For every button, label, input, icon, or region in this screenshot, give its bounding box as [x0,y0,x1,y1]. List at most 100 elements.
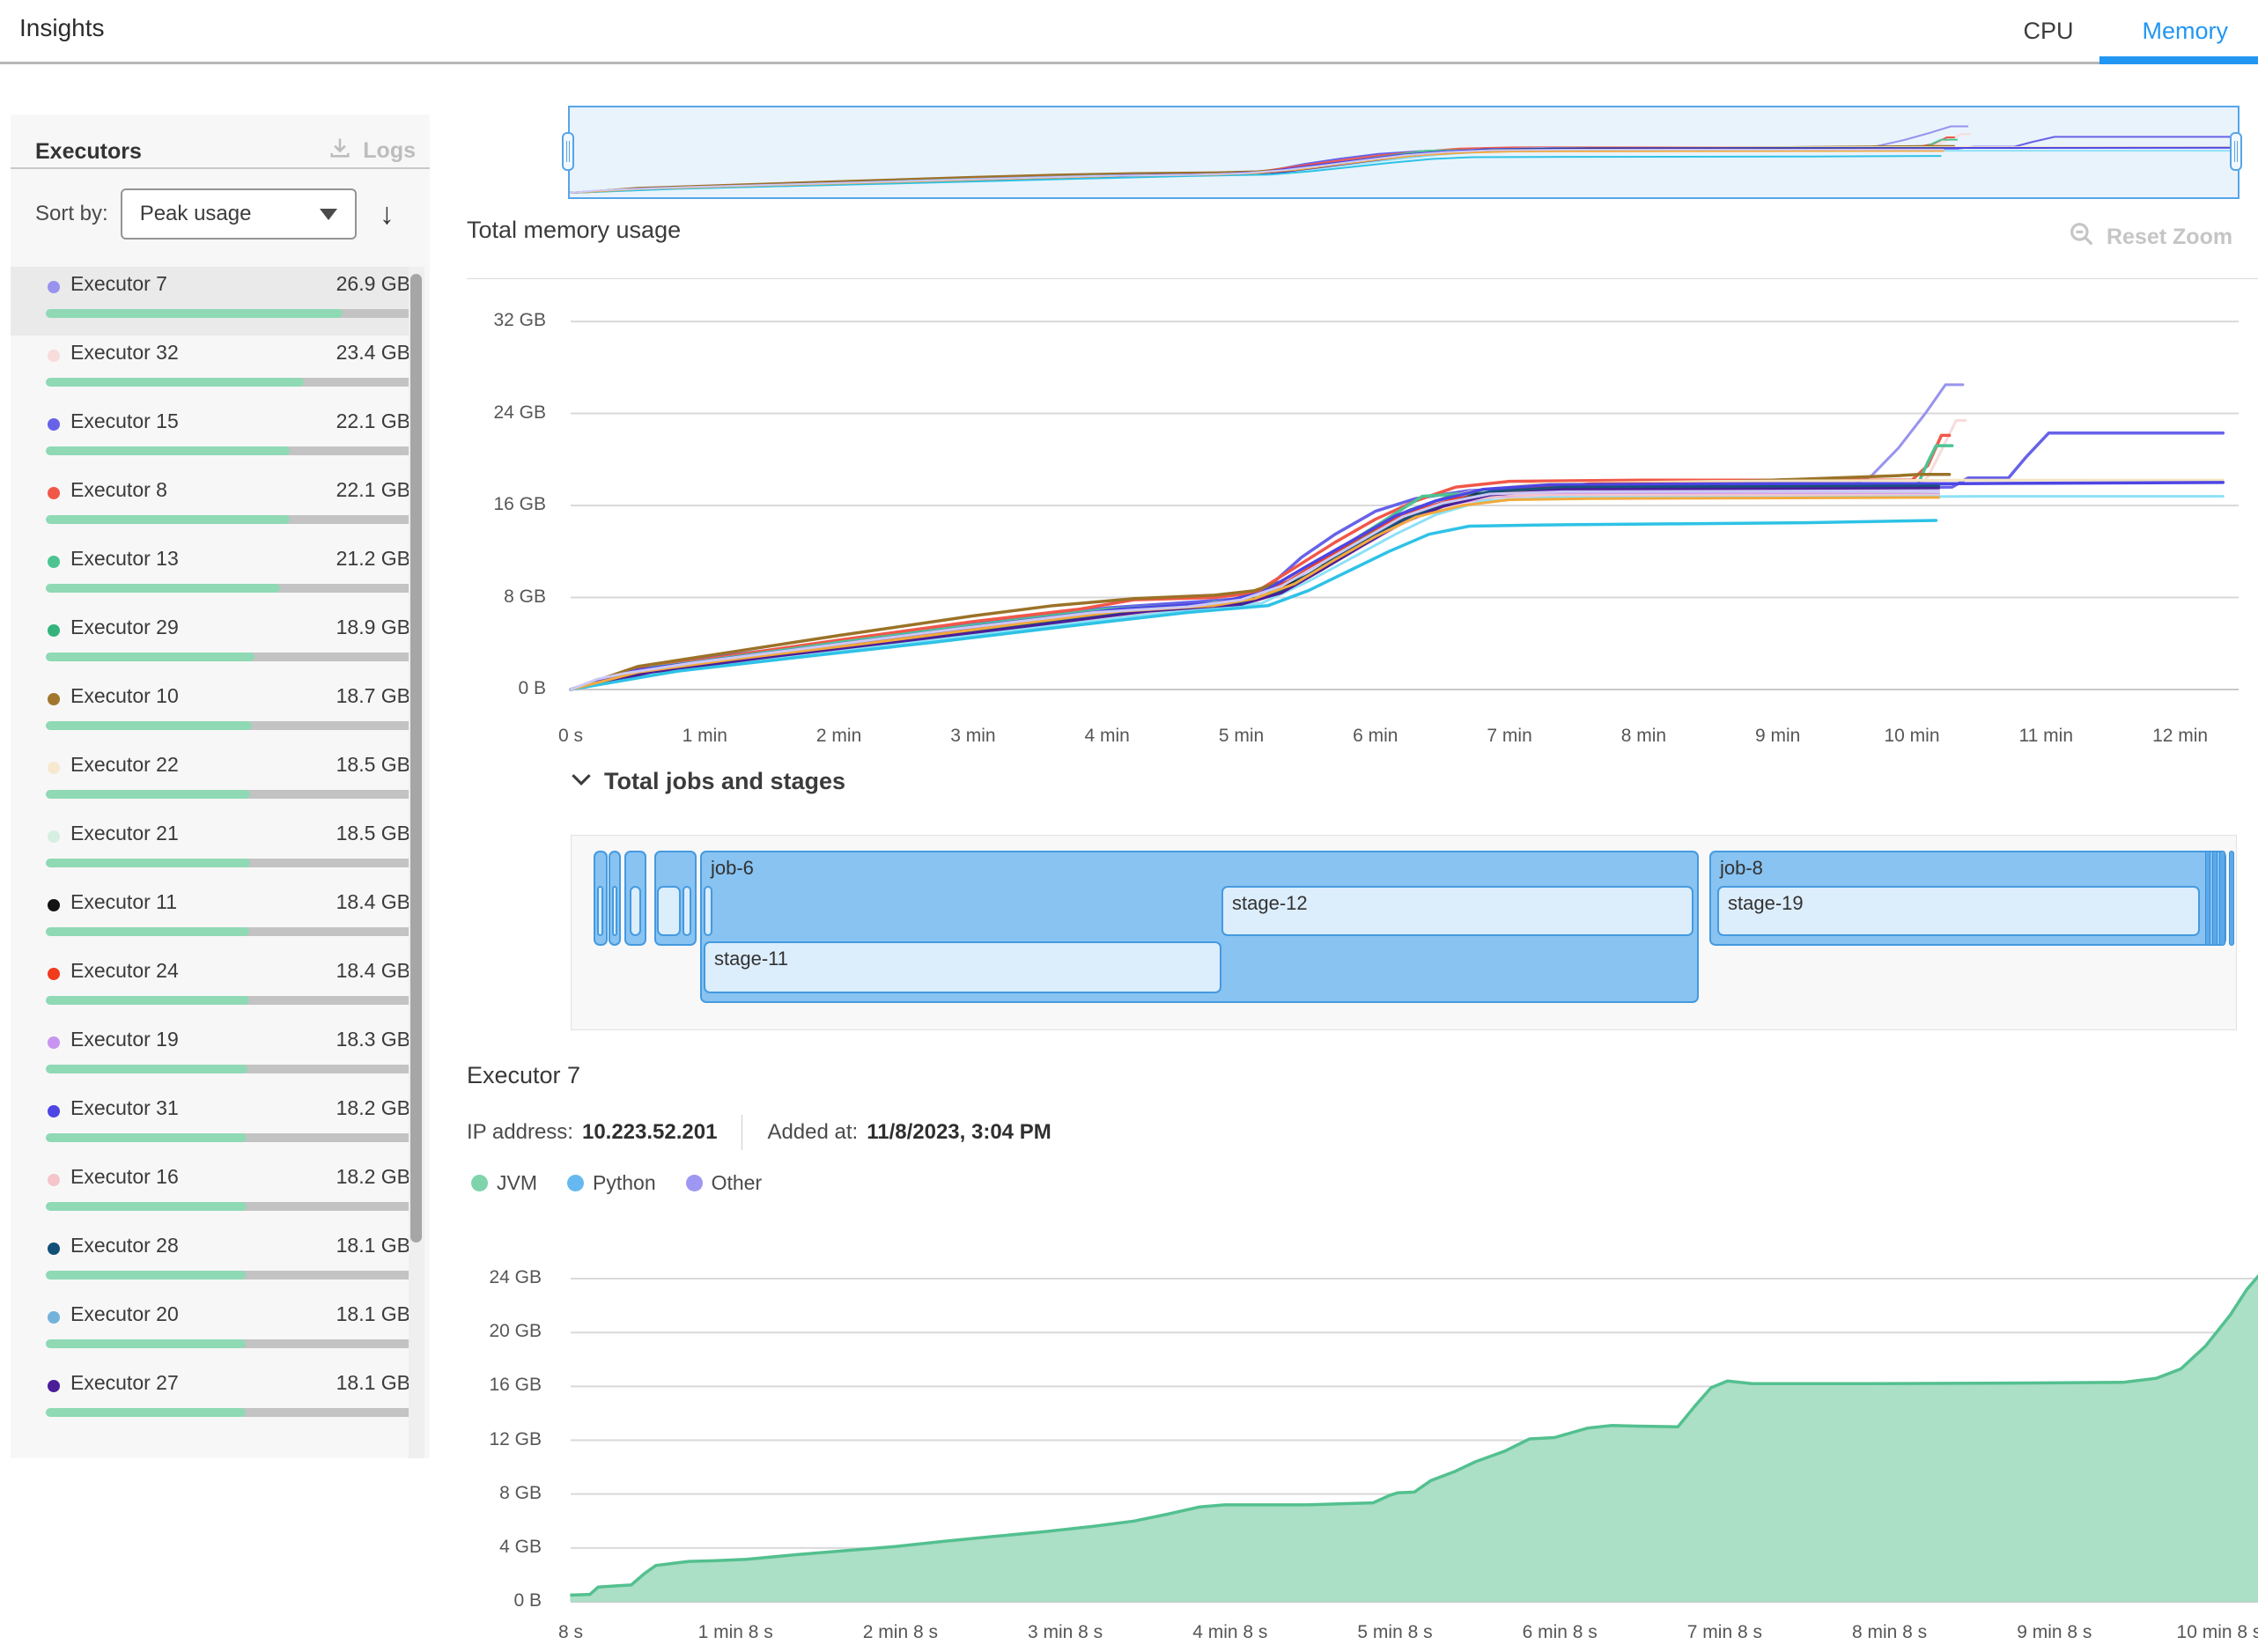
x-axis-label: 9 min [1716,726,1840,749]
sort-by-label: Sort by: [35,202,108,226]
ip-address-value: 10.223.52.201 [582,1120,717,1145]
job-bar-narrow[interactable] [2205,851,2210,946]
executor-row[interactable]: Executor 2918.9 GB [11,610,409,679]
jobs-stages-header[interactable]: Total jobs and stages [571,768,845,795]
executor-peak-value: 18.9 GB [336,616,410,639]
y-axis-label: 4 GB [458,1537,542,1560]
executor-usage-bar-fill [46,1339,246,1348]
sort-select-value: Peak usage [140,202,252,226]
executor-usage-bar-fill [46,1408,246,1417]
executor-color-dot [48,1105,60,1117]
executor-peak-value: 18.7 GB [336,684,410,708]
job-bar-narrow[interactable] [2229,851,2234,946]
zoom-out-icon [2068,220,2096,254]
reset-zoom-button[interactable]: Reset Zoom [2068,220,2232,254]
executor-color-dot [48,1380,60,1392]
stage-bar-stage-19[interactable]: stage-19 [1717,886,2200,936]
executor-name: Executor 21 [70,822,179,845]
executor-row[interactable]: Executor 3118.2 GB [11,1091,409,1160]
executor-usage-bar [46,859,413,867]
stage-bar[interactable] [612,886,617,936]
executor-row[interactable]: Executor 2218.5 GB [11,748,409,816]
executor-peak-value: 18.1 GB [336,1371,410,1395]
x-axis-label: 8 min [1582,726,1705,749]
legend-label: JVM [497,1171,537,1195]
legend-item-jvm: JVM [471,1171,537,1195]
jobs-stages-title: Total jobs and stages [604,768,845,795]
executor-usage-bar [46,1408,413,1417]
executor-peak-value: 22.1 GB [336,478,410,502]
executor-memory-chart[interactable] [564,1259,2258,1611]
sidebar-scrollbar-thumb[interactable] [410,274,422,1243]
x-axis-label: 8 min 8 s [1828,1622,1952,1645]
executor-row[interactable]: Executor 1618.2 GB [11,1160,409,1228]
legend-dot [686,1175,703,1191]
job-bar-narrow[interactable] [2212,851,2217,946]
y-axis-label: 8 GB [458,1483,542,1506]
sort-select[interactable]: Peak usage [121,188,357,240]
stage-bar[interactable] [657,886,681,936]
executor-row[interactable]: Executor 27 18.1 GB [11,1366,409,1434]
sort-direction-descending-icon[interactable]: ↓ [380,197,395,232]
memory-type-legend: JVM Python Other [471,1171,762,1195]
executor-usage-bar-fill [46,1202,247,1211]
x-axis-label: 1 min [643,726,766,749]
total-memory-chart[interactable] [568,313,2241,700]
stage-bar-stage-11[interactable]: stage-11 [704,941,1221,993]
executor-row[interactable]: Executor 32 23.4 GB [11,336,409,404]
executor-peak-value: 23.4 GB [336,341,410,365]
executor-row[interactable]: Executor 2118.5 GB [11,816,409,885]
executor-row[interactable]: Executor 1522.1 GB [11,404,409,473]
y-axis-label: 12 GB [458,1429,542,1452]
executor-row[interactable]: Executor 2418.4 GB [11,954,409,1022]
executor-usage-bar [46,1271,413,1280]
executor-usage-bar [46,721,413,730]
brush-handle-left[interactable] [562,132,574,171]
x-axis-label: 3 min 8 s [1004,1622,1127,1645]
executor-color-dot [48,418,60,431]
executor-usage-bar [46,1202,413,1211]
x-axis-label: 9 min 8 s [1993,1622,2116,1645]
x-axis-label: 1 min 8 s [674,1622,797,1645]
executor-row[interactable]: Executor 2018.1 GB [11,1297,409,1366]
executor-usage-bar [46,653,413,661]
stage-bar[interactable] [630,886,641,936]
executor-peak-value: 18.3 GB [336,1028,410,1051]
job-bar-narrow[interactable] [2219,851,2225,946]
executor-row[interactable]: Executor 1118.4 GB [11,885,409,954]
legend-label: Python [593,1171,656,1195]
executor-color-dot [48,899,60,911]
executor-row[interactable]: Executor 726.9 GB [11,267,409,336]
stage-bar[interactable] [704,886,712,936]
brush-handle-right[interactable] [2230,132,2242,171]
executor-color-dot [48,556,60,568]
y-axis-label: 0 B [462,678,546,701]
legend-item-python: Python [567,1171,656,1195]
tab-memory[interactable]: Memory [2142,18,2228,45]
logs-button[interactable]: Logs [328,136,416,166]
executor-peak-value: 18.1 GB [336,1234,410,1257]
stage-bar[interactable] [597,886,603,936]
stage-bar[interactable] [683,886,691,936]
executor-name: Executor 27 [70,1371,179,1395]
executor-row[interactable]: Executor 1018.7 GB [11,679,409,748]
x-axis-label: 3 min [911,726,1035,749]
tab-cpu[interactable]: CPU [2023,18,2073,45]
executor-name: Executor 15 [70,409,179,433]
executors-title: Executors [35,139,142,165]
legend-item-other: Other [686,1171,763,1195]
executor-row[interactable]: Executor 822.1 GB [11,473,409,542]
added-at-value: 11/8/2023, 3:04 PM [867,1120,1051,1145]
y-axis-label: 8 GB [462,586,546,609]
y-axis-label: 20 GB [458,1321,542,1344]
stage-bar-stage-12[interactable]: stage-12 [1221,886,1694,936]
executor-row[interactable]: Executor 1918.3 GB [11,1022,409,1091]
executor-peak-value: 18.1 GB [336,1302,410,1326]
x-axis-label: 2 min [778,726,901,749]
executor-usage-bar-fill [46,927,249,936]
zoom-brush-minimap[interactable] [568,106,2240,199]
executor-row[interactable]: Executor 1321.2 GB [11,542,409,610]
legend-label: Other [712,1171,763,1195]
executor-row[interactable]: Executor 2818.1 GB [11,1228,409,1297]
executor-name: Executor 32 [70,341,179,365]
